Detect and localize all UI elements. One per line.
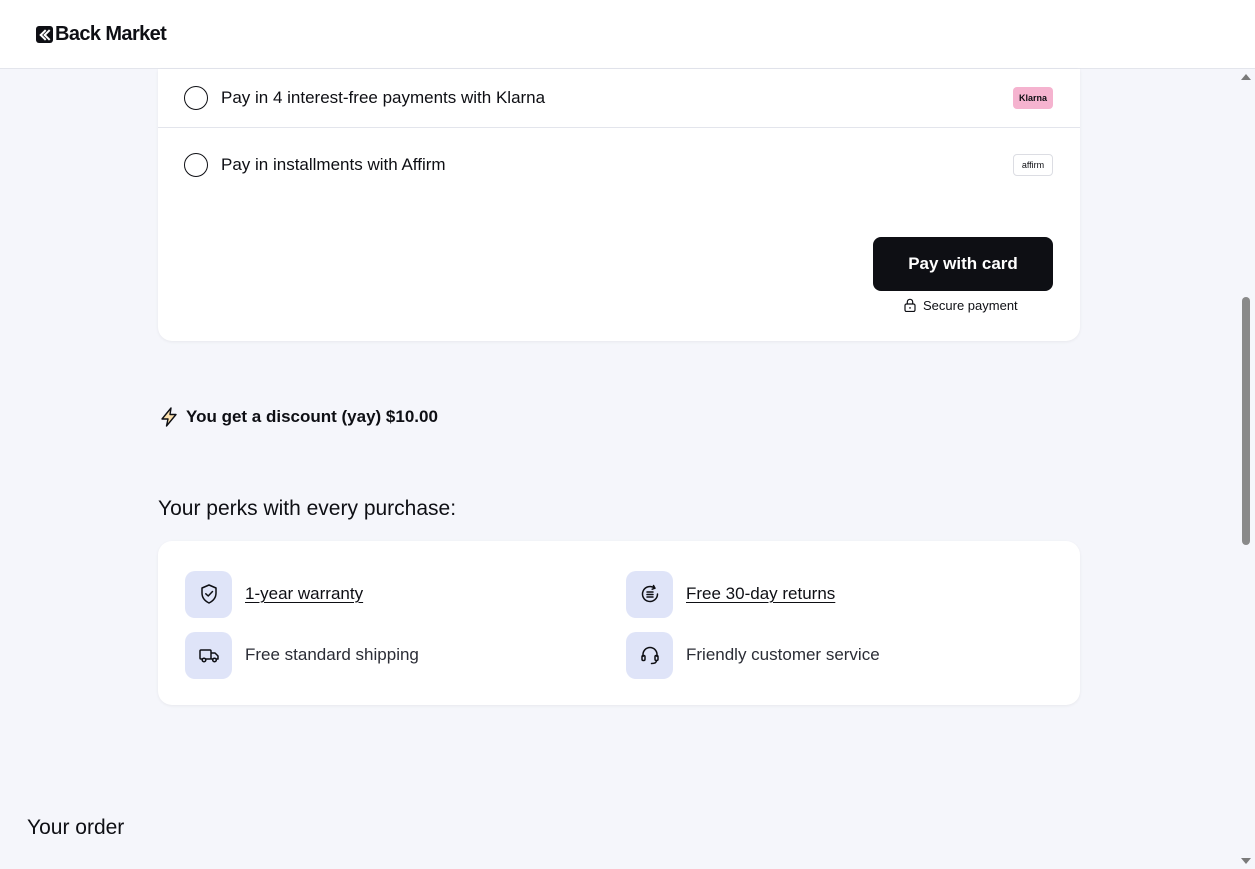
pay-with-card-button[interactable]: Pay with card: [873, 237, 1053, 291]
secure-payment-note: Secure payment: [904, 297, 1018, 313]
perks-heading: Your perks with every purchase:: [158, 497, 457, 520]
customer-service-label: Friendly customer service: [686, 645, 880, 664]
logo-text: Back Market: [55, 22, 167, 45]
scroll-up-arrow-icon[interactable]: [1241, 74, 1251, 80]
perk-returns: Free 30-day returns: [626, 570, 835, 618]
returns-link[interactable]: Free 30-day returns: [686, 584, 835, 604]
scrollbar-thumb[interactable]: [1242, 297, 1250, 545]
perks-card: 1-year warranty Free 30-day returns Free…: [158, 541, 1080, 705]
secure-payment-text: Secure payment: [923, 297, 1018, 313]
refresh-coins-icon: [626, 570, 673, 618]
your-order-heading: Your order: [27, 816, 125, 839]
klarna-option-label: Pay in 4 interest-free payments with Kla…: [221, 88, 546, 107]
back-market-logo[interactable]: Back Market: [36, 22, 167, 46]
payment-option-klarna[interactable]: Pay in 4 interest-free payments with Kla…: [158, 69, 1080, 128]
warranty-link[interactable]: 1-year warranty: [245, 584, 363, 604]
klarna-radio[interactable]: [184, 86, 208, 110]
shipping-label: Free standard shipping: [245, 645, 419, 664]
discount-banner: You get a discount (yay) $10.00: [158, 405, 438, 429]
site-header: Back Market: [0, 0, 1255, 69]
page-scrollbar[interactable]: [1237, 69, 1255, 869]
perk-warranty: 1-year warranty: [185, 570, 363, 618]
discount-text: You get a discount (yay) $10.00: [186, 407, 438, 426]
back-market-logo-icon: [36, 25, 53, 43]
klarna-logo: Klarna: [1013, 87, 1053, 109]
payment-methods-card: Pay in 4 interest-free payments with Kla…: [158, 69, 1080, 341]
truck-icon: [185, 631, 232, 679]
shield-check-icon: [185, 570, 232, 618]
perk-shipping: Free standard shipping: [185, 631, 419, 679]
scroll-down-arrow-icon[interactable]: [1241, 858, 1251, 864]
perk-customer-service: Friendly customer service: [626, 631, 880, 679]
lightning-icon: [161, 407, 177, 427]
affirm-logo: affirm: [1013, 154, 1053, 176]
lock-icon: [904, 298, 916, 312]
payment-option-affirm[interactable]: Pay in installments with Affirm affirm: [158, 135, 1080, 195]
affirm-radio[interactable]: [184, 153, 208, 177]
headset-icon: [626, 631, 673, 679]
affirm-option-label: Pay in installments with Affirm: [221, 155, 446, 174]
